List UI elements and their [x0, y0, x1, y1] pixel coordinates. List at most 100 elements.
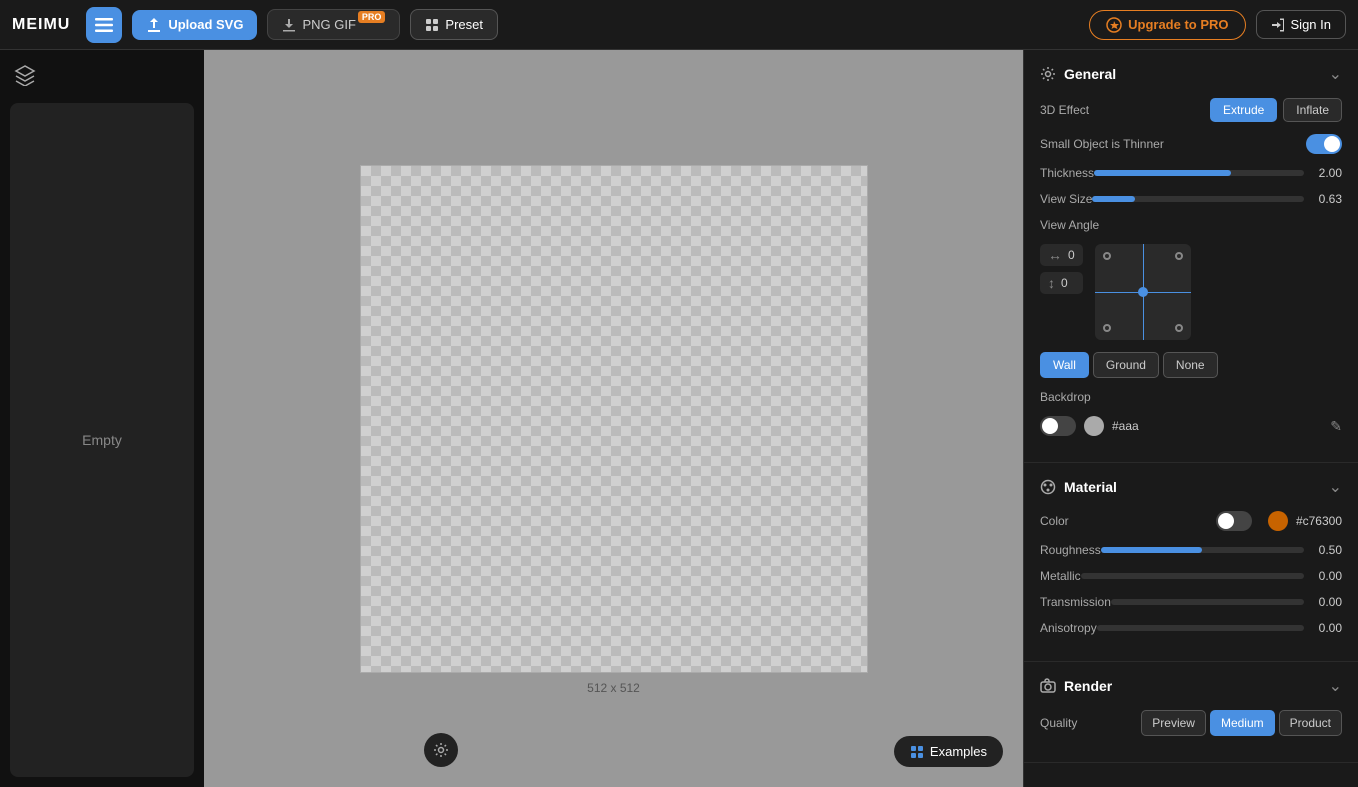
roughness-value: 0.50 [1312, 543, 1342, 557]
angle-x-icon: ↔ [1048, 247, 1062, 263]
roughness-slider-container: 0.50 [1101, 543, 1342, 557]
view-size-value: 0.63 [1312, 192, 1342, 206]
topbar: MEIMU Upload SVG PNG GIF PRO Preset Upgr… [0, 0, 1358, 50]
thickness-row: Thickness 2.00 [1040, 166, 1342, 180]
pro-badge: PRO [358, 11, 386, 23]
metallic-slider-container: 0.00 [1081, 569, 1342, 583]
product-quality-button[interactable]: Product [1279, 710, 1342, 736]
transmission-slider[interactable] [1111, 599, 1304, 605]
angle-grid[interactable] [1095, 244, 1191, 340]
backdrop-label: Backdrop [1040, 390, 1091, 404]
angle-x-row: ↔ 0 [1040, 244, 1083, 266]
angle-y-row: ↕ 0 [1040, 272, 1083, 294]
small-object-toggle[interactable] [1306, 134, 1342, 154]
angle-x-value: 0 [1068, 248, 1075, 262]
empty-label: Empty [82, 432, 122, 448]
anisotropy-slider-container: 0.00 [1097, 621, 1342, 635]
preset-label: Preset [445, 17, 483, 32]
angle-dot-tr [1175, 252, 1183, 260]
view-size-slider-container: 0.63 [1092, 192, 1342, 206]
anisotropy-slider[interactable] [1097, 625, 1304, 631]
thickness-fill [1094, 170, 1230, 176]
preset-button[interactable]: Preset [410, 9, 498, 40]
roughness-fill [1101, 547, 1203, 553]
upload-label: Upload SVG [168, 17, 243, 32]
anisotropy-value: 0.00 [1312, 621, 1342, 635]
canvas-area[interactable]: 512 x 512 Examples [204, 50, 1023, 787]
global-settings-button[interactable] [424, 733, 458, 767]
backdrop-toggle[interactable] [1040, 416, 1076, 436]
view-angle-section: ↔ 0 ↕ 0 [1040, 244, 1342, 340]
wall-button[interactable]: Wall [1040, 352, 1089, 378]
quality-buttons: Preview Medium Product [1141, 710, 1342, 736]
color-row: Color #c76300 [1040, 511, 1342, 531]
render-title: Render [1040, 678, 1112, 694]
render-section-title: Render [1064, 678, 1112, 694]
material-section-header: Material ⌄ [1040, 477, 1342, 497]
main-area: Empty 512 x 512 Examples [0, 50, 1358, 787]
general-section-title: General [1064, 66, 1116, 82]
backdrop-color-swatch[interactable] [1084, 416, 1104, 436]
canvas-size-label: 512 x 512 [587, 681, 640, 695]
medium-quality-button[interactable]: Medium [1210, 710, 1275, 736]
color-toggle[interactable] [1216, 511, 1252, 531]
thickness-value: 2.00 [1312, 166, 1342, 180]
signin-button[interactable]: Sign In [1256, 10, 1346, 39]
thickness-slider[interactable] [1094, 170, 1304, 176]
roughness-slider[interactable] [1101, 547, 1304, 553]
small-object-row: Small Object is Thinner [1040, 134, 1342, 154]
transmission-label: Transmission [1040, 595, 1111, 609]
general-chevron[interactable]: ⌄ [1329, 64, 1342, 84]
view-size-slider[interactable] [1092, 196, 1304, 202]
canvas-wrapper: 512 x 512 [360, 165, 868, 673]
metallic-slider[interactable] [1081, 573, 1304, 579]
inflate-button[interactable]: Inflate [1283, 98, 1342, 122]
metallic-label: Metallic [1040, 569, 1081, 583]
view-size-row: View Size 0.63 [1040, 192, 1342, 206]
angle-dot-center [1138, 287, 1148, 297]
render-chevron[interactable]: ⌄ [1329, 676, 1342, 696]
transmission-row: Transmission 0.00 [1040, 595, 1342, 609]
metallic-row: Metallic 0.00 [1040, 569, 1342, 583]
view-size-fill [1092, 196, 1134, 202]
general-title: General [1040, 66, 1116, 82]
metallic-value: 0.00 [1312, 569, 1342, 583]
preview-quality-button[interactable]: Preview [1141, 710, 1206, 736]
effect-label: 3D Effect [1040, 103, 1089, 117]
examples-button[interactable]: Examples [894, 736, 1003, 767]
camera-icon [1040, 678, 1056, 694]
color-toggle-knob [1218, 513, 1234, 529]
backdrop-buttons: Wall Ground None [1040, 352, 1218, 378]
empty-layer: Empty [10, 103, 194, 777]
material-section: Material ⌄ Color #c76300 Roughness [1024, 463, 1358, 662]
material-color-swatch[interactable] [1268, 511, 1288, 531]
material-chevron[interactable]: ⌄ [1329, 477, 1342, 497]
menu-button[interactable] [86, 7, 122, 43]
angle-dot-br [1175, 324, 1183, 332]
none-button[interactable]: None [1163, 352, 1218, 378]
backdrop-edit-icon[interactable]: ✎ [1330, 418, 1342, 435]
general-section-header: General ⌄ [1040, 64, 1342, 84]
backdrop-color-hex: #aaa [1112, 419, 1322, 433]
small-object-label: Small Object is Thinner [1040, 137, 1164, 151]
general-section: General ⌄ 3D Effect Extrude Inflate Smal… [1024, 50, 1358, 463]
ground-button[interactable]: Ground [1093, 352, 1159, 378]
color-value-row: #c76300 [1216, 511, 1342, 531]
canvas-checkerboard[interactable] [360, 165, 868, 673]
signin-label: Sign In [1291, 17, 1331, 32]
transmission-slider-container: 0.00 [1111, 595, 1342, 609]
backdrop-toggle-knob [1042, 418, 1058, 434]
left-panel: Empty [0, 50, 204, 787]
render-section-header: Render ⌄ [1040, 676, 1342, 696]
export-button[interactable]: PNG GIF PRO [267, 9, 400, 40]
roughness-row: Roughness 0.50 [1040, 543, 1342, 557]
upgrade-button[interactable]: Upgrade to PRO [1089, 10, 1245, 40]
angle-dot-tl [1103, 252, 1111, 260]
extrude-button[interactable]: Extrude [1210, 98, 1277, 122]
upload-svg-button[interactable]: Upload SVG [132, 10, 257, 40]
thickness-slider-container: 2.00 [1094, 166, 1342, 180]
material-color-hex: #c76300 [1296, 514, 1342, 528]
right-panel: General ⌄ 3D Effect Extrude Inflate Smal… [1023, 50, 1358, 787]
layers-icon [10, 60, 194, 95]
angle-dot-bl [1103, 324, 1111, 332]
